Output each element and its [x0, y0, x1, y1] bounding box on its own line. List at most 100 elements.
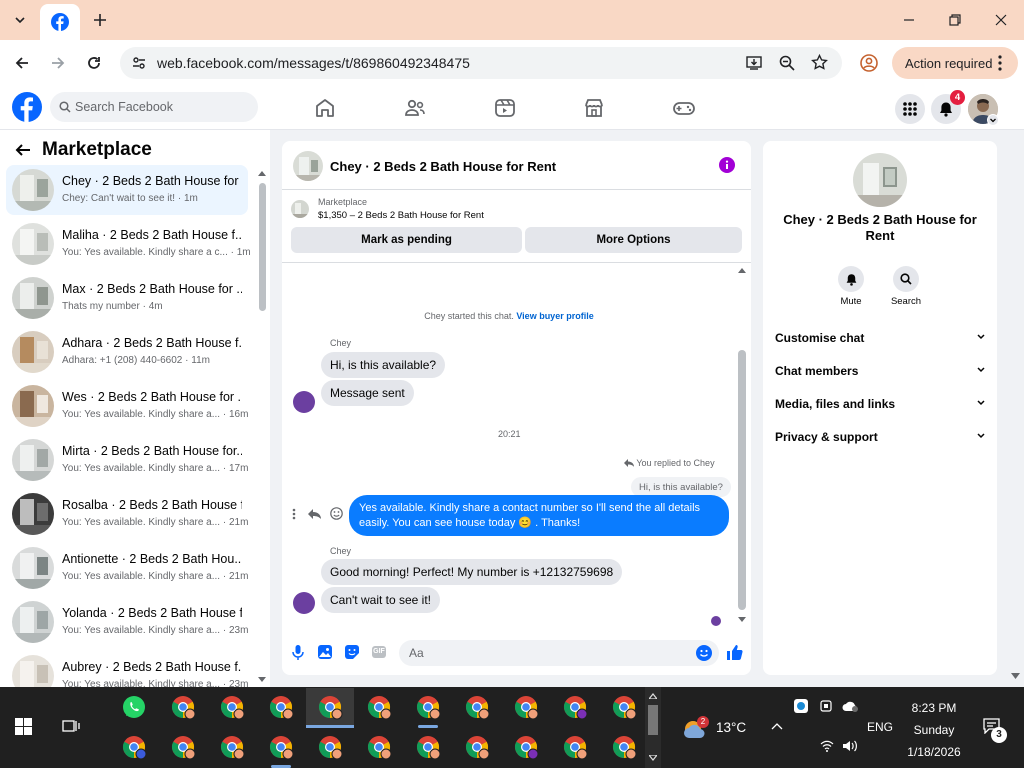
- conversation-item[interactable]: Maliha · 2 Beds 2 Bath House f... You: Ye…: [6, 219, 251, 269]
- facebook-tab[interactable]: [40, 4, 80, 40]
- conversation-scrollbar[interactable]: [256, 168, 268, 687]
- account-chevron[interactable]: [987, 114, 999, 126]
- conversation-item[interactable]: Max · 2 Beds 2 Bath House for ... Thats m…: [6, 273, 248, 323]
- chrome-taskbar-button[interactable]: [453, 688, 501, 728]
- message-input[interactable]: Aa: [399, 640, 719, 666]
- attach-photo-icon[interactable]: [318, 645, 332, 659]
- gif-icon[interactable]: GIF: [372, 646, 386, 658]
- profile-icon[interactable]: [860, 54, 878, 72]
- message-bubble[interactable]: Good morning! Perfect! My number is +121…: [321, 559, 623, 585]
- wifi-icon[interactable]: [820, 740, 834, 752]
- meet-now-icon[interactable]: [820, 700, 832, 712]
- site-info-icon[interactable]: [132, 56, 146, 70]
- chrome-taskbar-button[interactable]: [257, 688, 305, 728]
- chrome-taskbar-button[interactable]: [453, 728, 501, 768]
- conversation-item[interactable]: Aubrey · 2 Beds 2 Bath House f... You: Ye…: [6, 651, 248, 687]
- mark-as-pending-button[interactable]: Mark as pending: [291, 227, 522, 253]
- scrollbar-thumb[interactable]: [259, 183, 266, 311]
- listing-thumb[interactable]: [291, 200, 309, 218]
- chrome-taskbar-button[interactable]: [110, 728, 158, 768]
- conversation-item[interactable]: Yolanda · 2 Beds 2 Bath House f... You: Y…: [6, 597, 248, 647]
- message-bubble[interactable]: Hi, is this available?: [321, 352, 446, 378]
- quoted-message[interactable]: Hi, is this available?: [631, 477, 731, 497]
- address-bar[interactable]: web.facebook.com/messages/t/869860492348…: [120, 47, 842, 79]
- customise-chat-section[interactable]: Customise chat: [775, 331, 985, 345]
- facebook-logo-icon[interactable]: [12, 92, 42, 122]
- friends-icon[interactable]: [403, 96, 427, 120]
- minimize-button[interactable]: [886, 0, 932, 40]
- like-icon[interactable]: [726, 644, 743, 661]
- whatsapp-taskbar-button[interactable]: [110, 688, 158, 728]
- scrollbar-thumb[interactable]: [738, 350, 746, 610]
- conversation-item[interactable]: Mirta · 2 Beds 2 Bath House for... You: Y…: [6, 435, 248, 485]
- sender-avatar[interactable]: [293, 391, 315, 413]
- chrome-taskbar-button[interactable]: [551, 728, 599, 768]
- chrome-taskbar-button[interactable]: [404, 728, 452, 768]
- tab-list-button[interactable]: [6, 6, 34, 34]
- chrome-taskbar-button[interactable]: [355, 728, 403, 768]
- close-window-button[interactable]: [978, 0, 1024, 40]
- page-scroll-down-icon[interactable]: [1011, 673, 1020, 680]
- clock[interactable]: 8:23 PM Sunday 1/18/2026: [897, 697, 971, 763]
- zoom-icon[interactable]: [779, 55, 795, 71]
- privacy-support-section[interactable]: Privacy & support: [775, 430, 985, 444]
- chrome-taskbar-button[interactable]: [208, 728, 256, 768]
- chrome-taskbar-button[interactable]: [306, 688, 354, 728]
- chrome-taskbar-button[interactable]: [600, 688, 648, 728]
- menu-button[interactable]: [895, 94, 925, 124]
- react-icon[interactable]: [330, 507, 343, 520]
- chrome-taskbar-button[interactable]: [159, 688, 207, 728]
- chrome-taskbar-button[interactable]: [159, 728, 207, 768]
- chrome-taskbar-button[interactable]: [502, 688, 550, 728]
- gaming-icon[interactable]: [672, 96, 696, 120]
- chrome-taskbar-button[interactable]: [551, 688, 599, 728]
- info-avatar[interactable]: [853, 153, 907, 207]
- scrollbar-thumb[interactable]: [648, 705, 658, 735]
- install-app-icon[interactable]: [746, 55, 762, 71]
- sticker-icon[interactable]: [345, 645, 359, 659]
- video-icon[interactable]: [493, 96, 517, 120]
- scroll-down-icon[interactable]: [258, 677, 266, 683]
- marketplace-icon[interactable]: [582, 96, 606, 120]
- scroll-down-icon[interactable]: [649, 755, 657, 761]
- chrome-taskbar-button[interactable]: [502, 728, 550, 768]
- conversation-item[interactable]: Wes · 2 Beds 2 Bath House for ... You: Ye…: [6, 381, 248, 431]
- language-indicator[interactable]: ENG: [867, 720, 893, 734]
- home-icon[interactable]: [313, 96, 337, 120]
- voice-clip-icon[interactable]: [292, 645, 304, 660]
- chrome-taskbar-button[interactable]: [600, 728, 648, 768]
- chrome-taskbar-button[interactable]: [355, 688, 403, 728]
- more-options-button[interactable]: More Options: [525, 227, 742, 253]
- conversation-item[interactable]: Antionette · 2 Beds 2 Bath Hou... You: Ye…: [6, 543, 248, 593]
- chrome-taskbar-button[interactable]: [404, 688, 452, 728]
- chat-title[interactable]: Chey · 2 Beds 2 Bath House for Rent: [330, 159, 556, 174]
- back-icon[interactable]: [14, 55, 30, 71]
- scroll-up-icon[interactable]: [738, 267, 746, 273]
- chrome-taskbar-button[interactable]: [257, 728, 305, 768]
- notifications-button[interactable]: 4: [931, 90, 965, 124]
- windows-start-icon[interactable]: [15, 718, 32, 735]
- scroll-up-icon[interactable]: [258, 170, 266, 176]
- scroll-up-icon[interactable]: [649, 693, 657, 699]
- message-bubble[interactable]: Message sent: [321, 380, 414, 406]
- conversation-item[interactable]: Rosalba · 2 Beds 2 Bath House f... You: Y…: [6, 489, 248, 539]
- listing-detail[interactable]: $1,350 – 2 Beds 2 Bath House for Rent: [318, 210, 484, 221]
- scroll-down-icon[interactable]: [738, 617, 746, 623]
- mute-button[interactable]: [838, 266, 864, 292]
- reload-icon[interactable]: [86, 55, 102, 71]
- my-message-bubble[interactable]: Yes available. Kindly share a contact nu…: [349, 495, 729, 536]
- chat-members-section[interactable]: Chat members: [775, 364, 985, 378]
- conversation-item[interactable]: Adhara · 2 Beds 2 Bath House f... Adhara:…: [6, 327, 248, 377]
- chat-scrollbar[interactable]: [737, 265, 747, 625]
- sender-avatar[interactable]: [293, 592, 315, 614]
- restore-button[interactable]: [932, 0, 978, 40]
- info-icon[interactable]: [719, 157, 735, 173]
- forward-icon[interactable]: [50, 55, 66, 71]
- bookmark-star-icon[interactable]: [811, 54, 828, 71]
- show-hidden-icons-icon[interactable]: [771, 722, 783, 730]
- more-actions-icon[interactable]: [292, 508, 296, 520]
- onedrive-icon[interactable]: [842, 699, 858, 713]
- chrome-taskbar-button[interactable]: [306, 728, 354, 768]
- volume-icon[interactable]: [842, 740, 858, 752]
- media-files-links-section[interactable]: Media, files and links: [775, 397, 985, 411]
